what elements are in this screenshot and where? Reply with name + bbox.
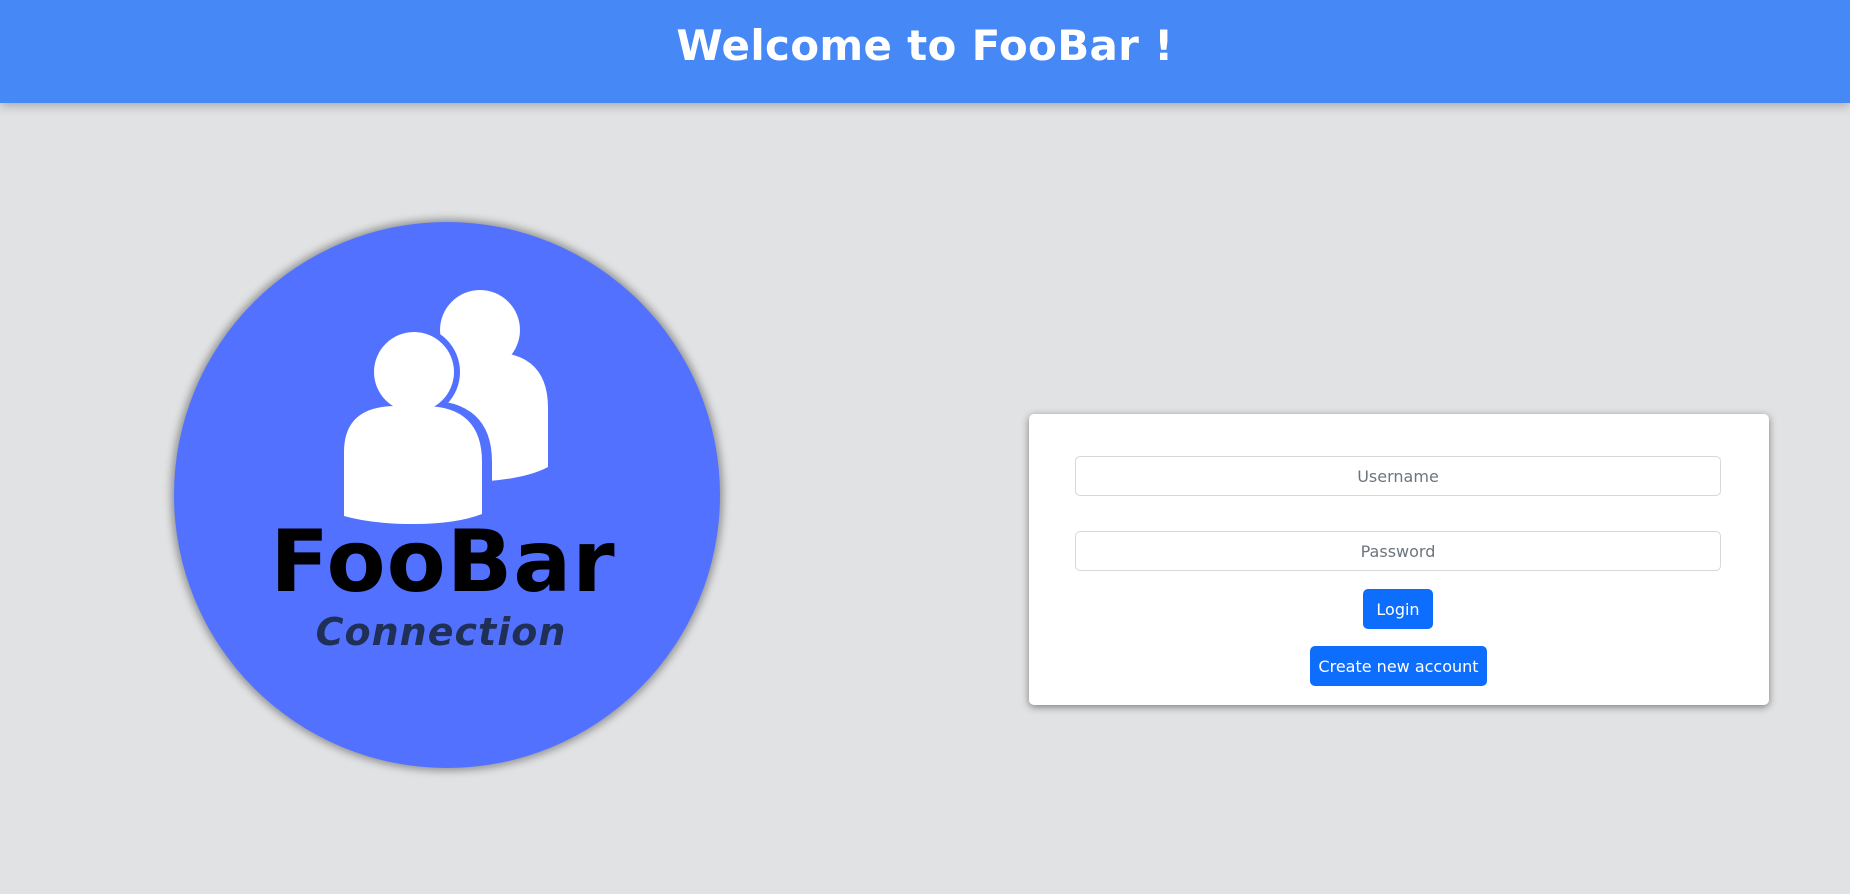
username-input[interactable] [1075,456,1721,496]
page-title: Welcome to FooBar ! [676,21,1174,70]
logo-subtitle: Connection [315,610,567,654]
login-card: Login Create new account [1029,414,1769,705]
login-button[interactable]: Login [1363,589,1433,629]
logo-name: FooBar [270,512,616,612]
page-header: Welcome to FooBar ! [0,0,1850,103]
password-input[interactable] [1075,531,1721,571]
create-account-button[interactable]: Create new account [1310,646,1487,686]
foobar-logo: FooBar Connection [174,222,720,768]
users-icon [344,290,548,524]
